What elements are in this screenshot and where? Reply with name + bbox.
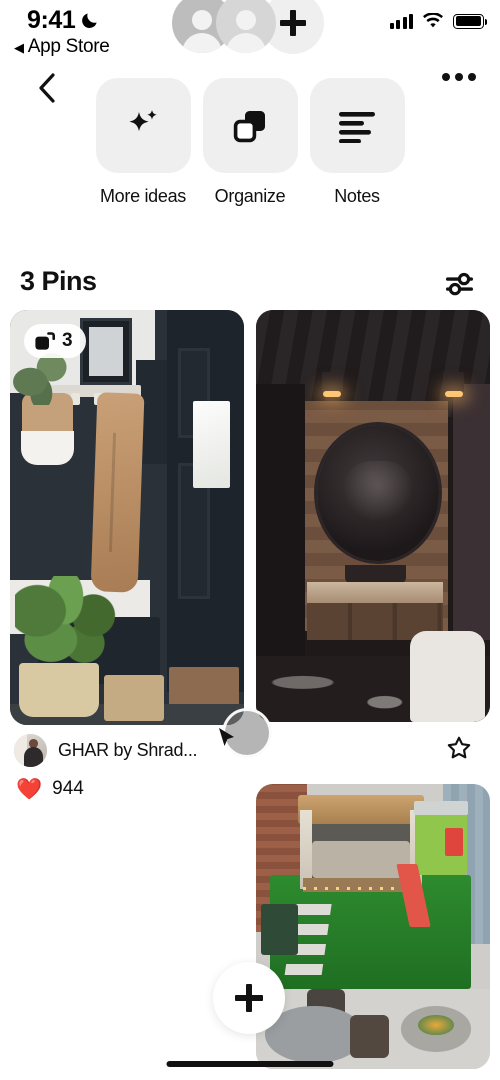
notes-lines-icon	[339, 111, 375, 143]
back-button[interactable]	[28, 70, 64, 106]
pin-card[interactable]	[256, 310, 490, 722]
pin-meta: GHAR by Shrad... ❤️ 944	[10, 725, 471, 800]
art-right-panel	[452, 384, 490, 640]
filter-button[interactable]	[440, 266, 480, 302]
art-left-panel	[256, 384, 306, 673]
more-dot	[455, 73, 463, 81]
battery-full-icon	[453, 13, 488, 29]
grid-column-right	[256, 310, 490, 1069]
pin-card[interactable]: 3 GHAR by Shrad... ❤️ 944	[10, 310, 471, 800]
avatar	[14, 734, 47, 767]
status-bar: 9:41 ◀ App Store	[0, 0, 500, 60]
action-label: Organize	[214, 186, 286, 206]
heart-emoji-icon: ❤️	[16, 777, 43, 801]
art-vanity-top	[307, 581, 444, 603]
create-pin-fab[interactable]	[213, 962, 285, 1034]
back-triangle-icon: ◀	[14, 39, 24, 55]
art-door-glass	[192, 401, 230, 489]
action-label: Notes	[334, 186, 380, 206]
crescent-moon-icon	[80, 11, 99, 30]
art-chair	[349, 1014, 390, 1058]
art-spotlight	[443, 371, 465, 397]
sparkle-icon	[129, 109, 157, 131]
pin-image-garden[interactable]	[256, 784, 490, 1069]
status-bar-time: 9:41	[27, 6, 76, 34]
pin-reactions[interactable]: ❤️ 944	[14, 778, 240, 800]
pins-count-title: 3 Pins	[20, 266, 97, 296]
plus-icon	[235, 984, 263, 1012]
more-options-button[interactable]	[442, 73, 476, 81]
status-bar-indicators	[389, 12, 488, 29]
pin-image-bathroom[interactable]	[256, 310, 490, 722]
art-grill	[260, 903, 299, 955]
pin-artwork	[256, 784, 490, 1069]
grid-column-left: 3 GHAR by Shrad... ❤️ 944	[10, 310, 471, 800]
art-door	[166, 310, 244, 692]
chevron-left-icon	[38, 73, 55, 103]
pin-image-entryway[interactable]: 3	[10, 310, 244, 725]
carousel-count: 3	[62, 330, 73, 351]
art-playhouse	[414, 801, 469, 876]
nav-bar	[0, 70, 500, 110]
pin-artwork	[10, 310, 244, 725]
action-label: More ideas	[99, 186, 187, 206]
more-dot	[442, 73, 450, 81]
pin-artwork	[256, 310, 490, 722]
art-doormat	[169, 666, 240, 709]
cellular-signal-icon	[389, 13, 413, 29]
pin-author-name: GHAR by Shrad...	[58, 740, 198, 760]
more-dot	[468, 73, 476, 81]
back-to-app-label: App Store	[27, 36, 110, 57]
art-spotlight	[321, 371, 343, 397]
filter-sliders-icon	[446, 272, 473, 296]
art-basket	[19, 662, 99, 717]
app-screen: 9:41 ◀ App Store More ideas Organize Not…	[0, 0, 500, 1080]
carousel-stack-icon	[35, 331, 55, 350]
home-indicator	[166, 1061, 334, 1067]
avatar-photo	[14, 734, 47, 767]
pins-header: 3 Pins	[0, 266, 500, 310]
avatar-body	[23, 747, 44, 767]
art-toilet	[410, 631, 486, 722]
pin-card[interactable]	[256, 784, 490, 1069]
pin-author[interactable]: GHAR by Shrad...	[14, 734, 240, 767]
back-to-app-store-link[interactable]: ◀ App Store	[14, 36, 110, 58]
art-coat	[90, 392, 145, 593]
art-outdoor-sofa	[312, 841, 411, 879]
wifi-icon	[422, 12, 444, 29]
art-round-mirror	[316, 425, 439, 562]
organize-squares-icon	[233, 110, 265, 142]
status-bar-time-group: 9:41	[27, 6, 99, 35]
cursor-pointer-icon	[216, 726, 238, 755]
carousel-count-badge: 3	[24, 324, 86, 358]
art-fire-pit	[401, 1006, 472, 1052]
art-frame	[80, 318, 132, 385]
art-pergola-beam	[298, 795, 425, 824]
reaction-count: 944	[52, 778, 84, 799]
